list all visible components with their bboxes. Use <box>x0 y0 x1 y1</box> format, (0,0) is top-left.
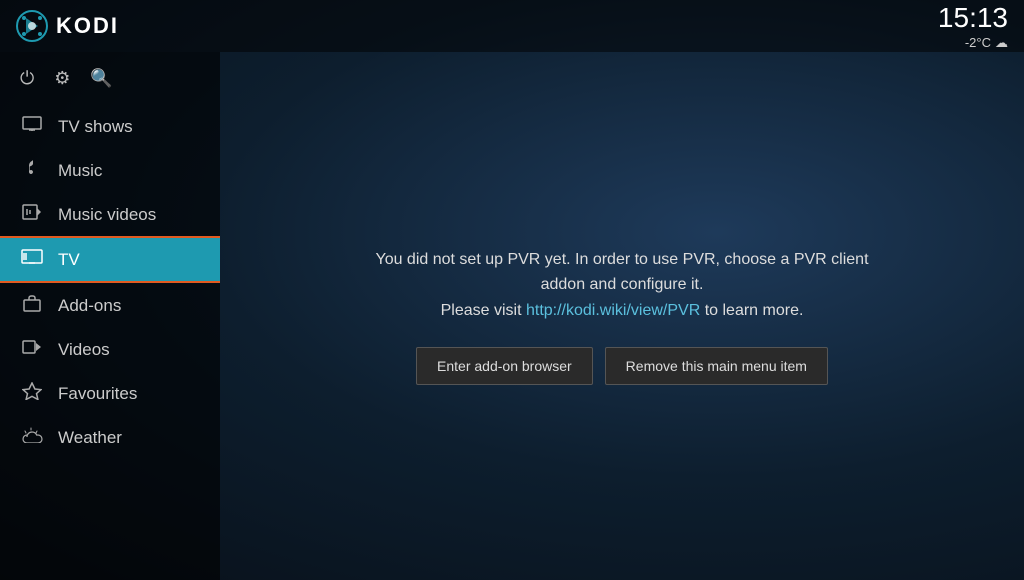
top-bar: KODI 15:13 -2°C ☁ <box>0 0 1024 52</box>
pvr-message: You did not set up PVR yet. In order to … <box>352 247 892 324</box>
sidebar-item-music[interactable]: Music <box>0 148 220 193</box>
tv-shows-label: TV shows <box>58 117 133 137</box>
pvr-link: http://kodi.wiki/view/PVR <box>526 302 700 319</box>
pvr-message-line2: Please visit http://kodi.wiki/view/PVR t… <box>441 302 804 319</box>
music-videos-label: Music videos <box>58 205 156 225</box>
pvr-buttons: Enter add-on browser Remove this main me… <box>352 347 892 385</box>
sidebar-top-icons: ⏻ ⚙ 🔍 <box>0 60 220 105</box>
weather-nav-icon <box>20 427 44 448</box>
sidebar-item-music-videos[interactable]: Music videos <box>0 193 220 236</box>
sidebar-item-videos[interactable]: Videos <box>0 328 220 371</box>
clock-weather: 15:13 -2°C ☁ <box>938 1 1008 50</box>
addons-label: Add-ons <box>58 296 121 316</box>
sidebar-item-tv-shows[interactable]: TV shows <box>0 105 220 148</box>
kodi-logo-icon <box>16 10 48 42</box>
app-title: KODI <box>56 13 119 39</box>
music-icon <box>20 159 44 182</box>
content-area: You did not set up PVR yet. In order to … <box>220 52 1024 580</box>
pvr-panel: You did not set up PVR yet. In order to … <box>332 227 912 406</box>
logo-area: KODI <box>16 10 119 42</box>
pvr-message-line1: You did not set up PVR yet. In order to … <box>375 251 868 294</box>
main-content: ⏻ ⚙ 🔍 TV shows Music Music <box>0 52 1024 580</box>
videos-icon <box>20 339 44 360</box>
settings-icon[interactable]: ⚙ <box>54 68 70 89</box>
addons-icon <box>20 294 44 317</box>
power-icon[interactable]: ⏻ <box>20 68 34 89</box>
weather-icon: ☁ <box>995 35 1008 51</box>
sidebar-item-tv[interactable]: TV <box>0 236 220 283</box>
tv-label: TV <box>58 250 80 270</box>
weather-label: Weather <box>58 428 122 448</box>
search-icon[interactable]: 🔍 <box>90 68 112 89</box>
music-label: Music <box>58 161 102 181</box>
music-videos-icon <box>20 204 44 225</box>
sidebar-item-favourites[interactable]: Favourites <box>0 371 220 416</box>
tv-shows-icon <box>20 116 44 137</box>
sidebar: ⏻ ⚙ 🔍 TV shows Music Music <box>0 52 220 580</box>
favourites-icon <box>20 382 44 405</box>
favourites-label: Favourites <box>58 384 137 404</box>
sidebar-item-weather[interactable]: Weather <box>0 416 220 459</box>
remove-main-menu-item-button[interactable]: Remove this main menu item <box>605 347 828 385</box>
videos-label: Videos <box>58 340 110 360</box>
enter-addon-browser-button[interactable]: Enter add-on browser <box>416 347 593 385</box>
sidebar-item-addons[interactable]: Add-ons <box>0 283 220 328</box>
clock-display: 15:13 <box>938 1 1008 35</box>
tv-icon <box>20 249 44 270</box>
temperature: -2°C <box>965 35 991 51</box>
weather-display: -2°C ☁ <box>938 35 1008 51</box>
